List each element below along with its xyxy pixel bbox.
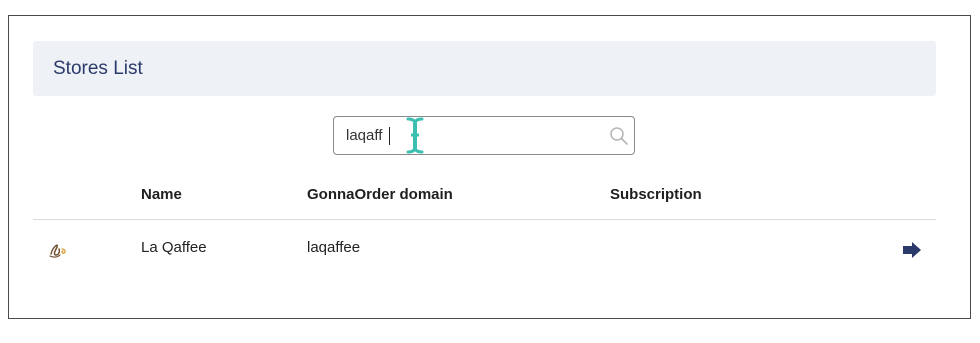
search-input[interactable] [346, 117, 596, 154]
stores-list-header: Stores List [33, 41, 936, 96]
page-title: Stores List [53, 57, 143, 79]
text-caret [389, 127, 390, 145]
column-header-domain: GonnaOrder domain [307, 186, 453, 203]
table-header-divider [33, 219, 936, 220]
search-box[interactable] [333, 116, 635, 155]
column-header-subscription: Subscription [610, 186, 702, 203]
text-cursor-icon [406, 117, 424, 154]
store-domain: laqaffee [307, 239, 361, 256]
arrow-right-icon[interactable] [902, 241, 922, 259]
store-logo [49, 244, 66, 258]
store-name: La Qaffee [141, 239, 207, 256]
search-icon[interactable] [608, 125, 630, 147]
column-header-name: Name [141, 186, 182, 203]
stores-list-panel: Stores List Name GonnaOrder domain Subsc… [8, 15, 971, 319]
